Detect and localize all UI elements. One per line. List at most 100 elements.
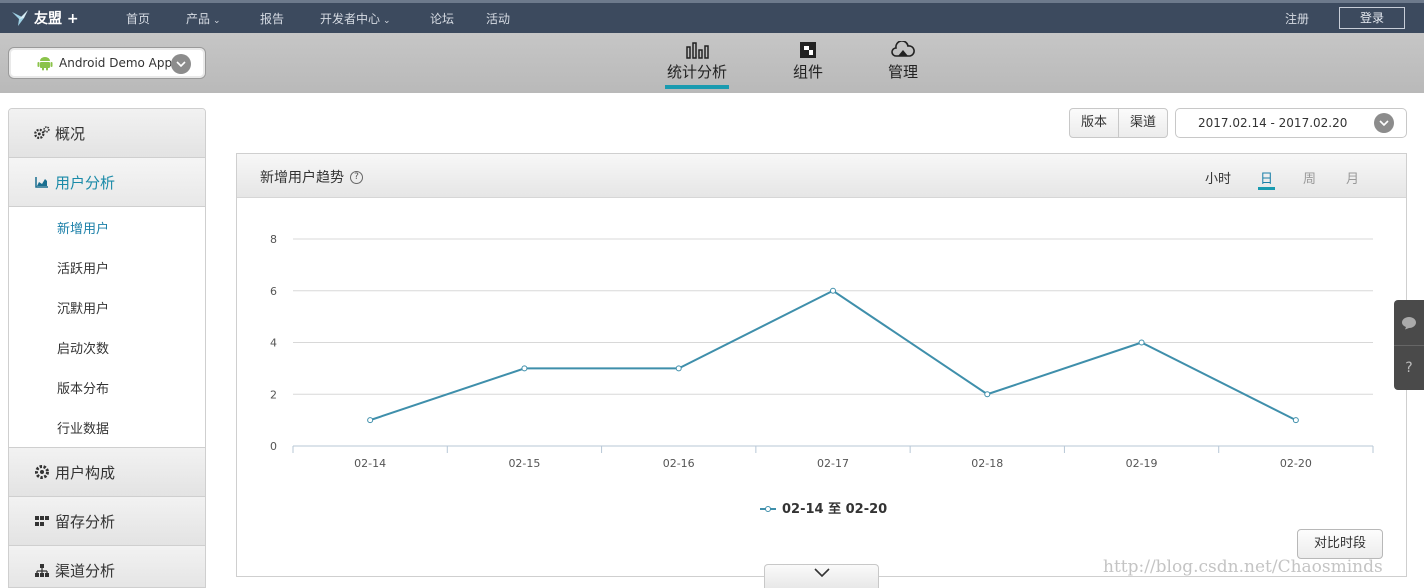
help-icon[interactable]: ? <box>350 170 363 184</box>
date-range-picker[interactable]: 2017.02.14 - 2017.02.20 <box>1175 108 1407 138</box>
feedback-button[interactable] <box>1394 300 1424 345</box>
floating-toolbar: ? <box>1394 300 1424 390</box>
gear-icon <box>33 463 51 481</box>
sidebar-item-label: 渠道分析 <box>55 561 116 580</box>
series-line <box>369 289 1297 422</box>
chart-legend[interactable]: 02-14 至 02-20 <box>760 502 887 517</box>
nav-reports[interactable]: 报告 <box>260 10 284 27</box>
panel-header: 新增用户趋势 ? 小时 日 周 月 <box>237 154 1406 198</box>
cloud-icon <box>891 41 915 57</box>
chevron-down-icon: ⌄ <box>213 16 221 26</box>
line-chart: 0 2 4 6 8 02-14 02-15 02-16 02-17 02-18 02-19 02-2… <box>270 233 1374 517</box>
tab-statistics[interactable]: 统计分析 <box>665 41 729 89</box>
brand-name: 友盟 + <box>34 11 79 27</box>
chevron-down-icon: ⌄ <box>383 16 391 26</box>
brand-logo[interactable]: 友盟 + <box>10 7 79 29</box>
granularity-month[interactable]: 月 <box>1346 168 1359 187</box>
nav-home[interactable]: 首页 <box>126 10 150 27</box>
app-selector[interactable]: Android Demo App <box>8 47 206 79</box>
nav-forum[interactable]: 论坛 <box>430 10 454 27</box>
product-bar: Android Demo App 统计分析 组件 管理 <box>0 33 1424 93</box>
chat-bubble-icon <box>1402 316 1416 329</box>
top-navbar: 友盟 + 首页 产品 ⌄ 报告 开发者中心 ⌄ 论坛 活动 注册 登录 <box>0 0 1424 33</box>
tab-components[interactable]: 组件 <box>792 41 824 82</box>
date-range-value: 2017.02.14 - 2017.02.20 <box>1198 116 1348 130</box>
chart-grid <box>293 238 1373 447</box>
data-point <box>675 365 682 372</box>
component-icon <box>800 42 816 58</box>
granularity-day-label: 日 <box>1260 172 1274 187</box>
active-tab-indicator <box>665 85 729 89</box>
sidebar-item-label: 留存分析 <box>55 512 116 531</box>
x-tick-label: 02-14 <box>354 457 386 470</box>
nav-events[interactable]: 活动 <box>486 10 510 27</box>
compare-period-button[interactable]: 对比时段 <box>1297 529 1383 559</box>
android-icon <box>37 57 53 71</box>
bird-logo-icon <box>12 10 28 26</box>
chevron-down-icon[interactable] <box>1374 113 1394 133</box>
y-axis: 0 2 4 6 8 <box>270 233 277 453</box>
tab-management[interactable]: 管理 <box>887 41 919 82</box>
help-button[interactable]: ? <box>1394 345 1424 390</box>
channel-filter-button[interactable]: 渠道 <box>1118 109 1167 137</box>
data-point <box>521 365 528 372</box>
x-tick-label: 02-18 <box>971 457 1003 470</box>
sidebar-item-label: 概况 <box>55 124 86 143</box>
data-point <box>1292 417 1299 424</box>
tab-label: 组件 <box>792 63 823 81</box>
register-link[interactable]: 注册 <box>1285 10 1309 27</box>
question-icon: ? <box>1405 360 1413 376</box>
chart-series <box>367 287 1299 424</box>
version-channel-toggle: 版本 渠道 <box>1069 108 1169 138</box>
nav-products[interactable]: 产品 ⌄ <box>186 10 221 27</box>
legend-swatch-point <box>765 506 771 512</box>
panel-title: 新增用户趋势 ? <box>260 167 363 187</box>
x-tick-label: 02-19 <box>1126 457 1158 470</box>
tab-label: 统计分析 <box>666 63 727 81</box>
user-analysis-submenu: 新增用户 活跃用户 沉默用户 启动次数 版本分布 行业数据 <box>9 207 205 448</box>
tab-label: 管理 <box>887 63 918 81</box>
sidebar-subitem-active-users[interactable]: 活跃用户 <box>9 247 205 287</box>
x-axis: 02-14 02-15 02-16 02-17 02-18 02-19 02-20 <box>292 446 1374 470</box>
data-point <box>1138 339 1145 346</box>
y-tick-label: 2 <box>270 388 277 401</box>
nav-developer-center[interactable]: 开发者中心 ⌄ <box>320 10 391 27</box>
sidebar-item-label: 用户分析 <box>55 173 116 192</box>
legend-label: 02-14 至 02-20 <box>782 502 887 517</box>
chevron-down-icon <box>814 568 830 577</box>
sidebar-item-channel[interactable]: 渠道分析 <box>9 546 205 587</box>
collapse-toggle[interactable] <box>764 564 879 588</box>
x-tick-label: 02-16 <box>663 457 695 470</box>
active-granularity-indicator <box>1258 187 1276 190</box>
sidebar-item-label: 用户构成 <box>55 463 116 482</box>
sidebar-item-overview[interactable]: 概况 <box>9 109 205 158</box>
app-name: Android Demo App <box>59 56 173 70</box>
data-point <box>984 391 991 398</box>
chevron-down-icon[interactable] <box>171 54 191 74</box>
y-tick-label: 0 <box>270 440 277 453</box>
sidebar-item-user-analysis[interactable]: 用户分析 <box>9 158 205 207</box>
x-tick-label: 02-20 <box>1280 457 1312 470</box>
granularity-week[interactable]: 周 <box>1303 168 1316 187</box>
gears-icon <box>33 124 51 142</box>
watermark: http://blog.csdn.net/Chaosminds <box>1103 557 1383 577</box>
y-tick-label: 4 <box>270 337 277 350</box>
sidebar-subitem-industry-data[interactable]: 行业数据 <box>9 407 205 447</box>
granularity-hour[interactable]: 小时 <box>1205 168 1231 187</box>
sidebar-subitem-new-users[interactable]: 新增用户 <box>9 207 205 247</box>
y-tick-label: 6 <box>270 285 277 298</box>
grid-icon <box>33 512 51 530</box>
sidebar: 概况 用户分析 新增用户 活跃用户 沉默用户 启动次数 版本分布 行业数据 用户… <box>8 108 206 588</box>
x-tick-label: 02-17 <box>817 457 849 470</box>
sidebar-item-retention[interactable]: 留存分析 <box>9 497 205 546</box>
granularity-day[interactable]: 日 <box>1258 168 1276 190</box>
sidebar-subitem-version-distribution[interactable]: 版本分布 <box>9 367 205 407</box>
sidebar-subitem-launches[interactable]: 启动次数 <box>9 327 205 367</box>
x-tick-label: 02-15 <box>508 457 540 470</box>
login-button[interactable]: 登录 <box>1339 7 1405 29</box>
sidebar-subitem-silent-users[interactable]: 沉默用户 <box>9 287 205 327</box>
panel-title-text: 新增用户趋势 <box>260 170 344 186</box>
sidebar-item-user-composition[interactable]: 用户构成 <box>9 448 205 497</box>
version-filter-button[interactable]: 版本 <box>1070 109 1118 137</box>
hierarchy-icon <box>33 561 51 579</box>
